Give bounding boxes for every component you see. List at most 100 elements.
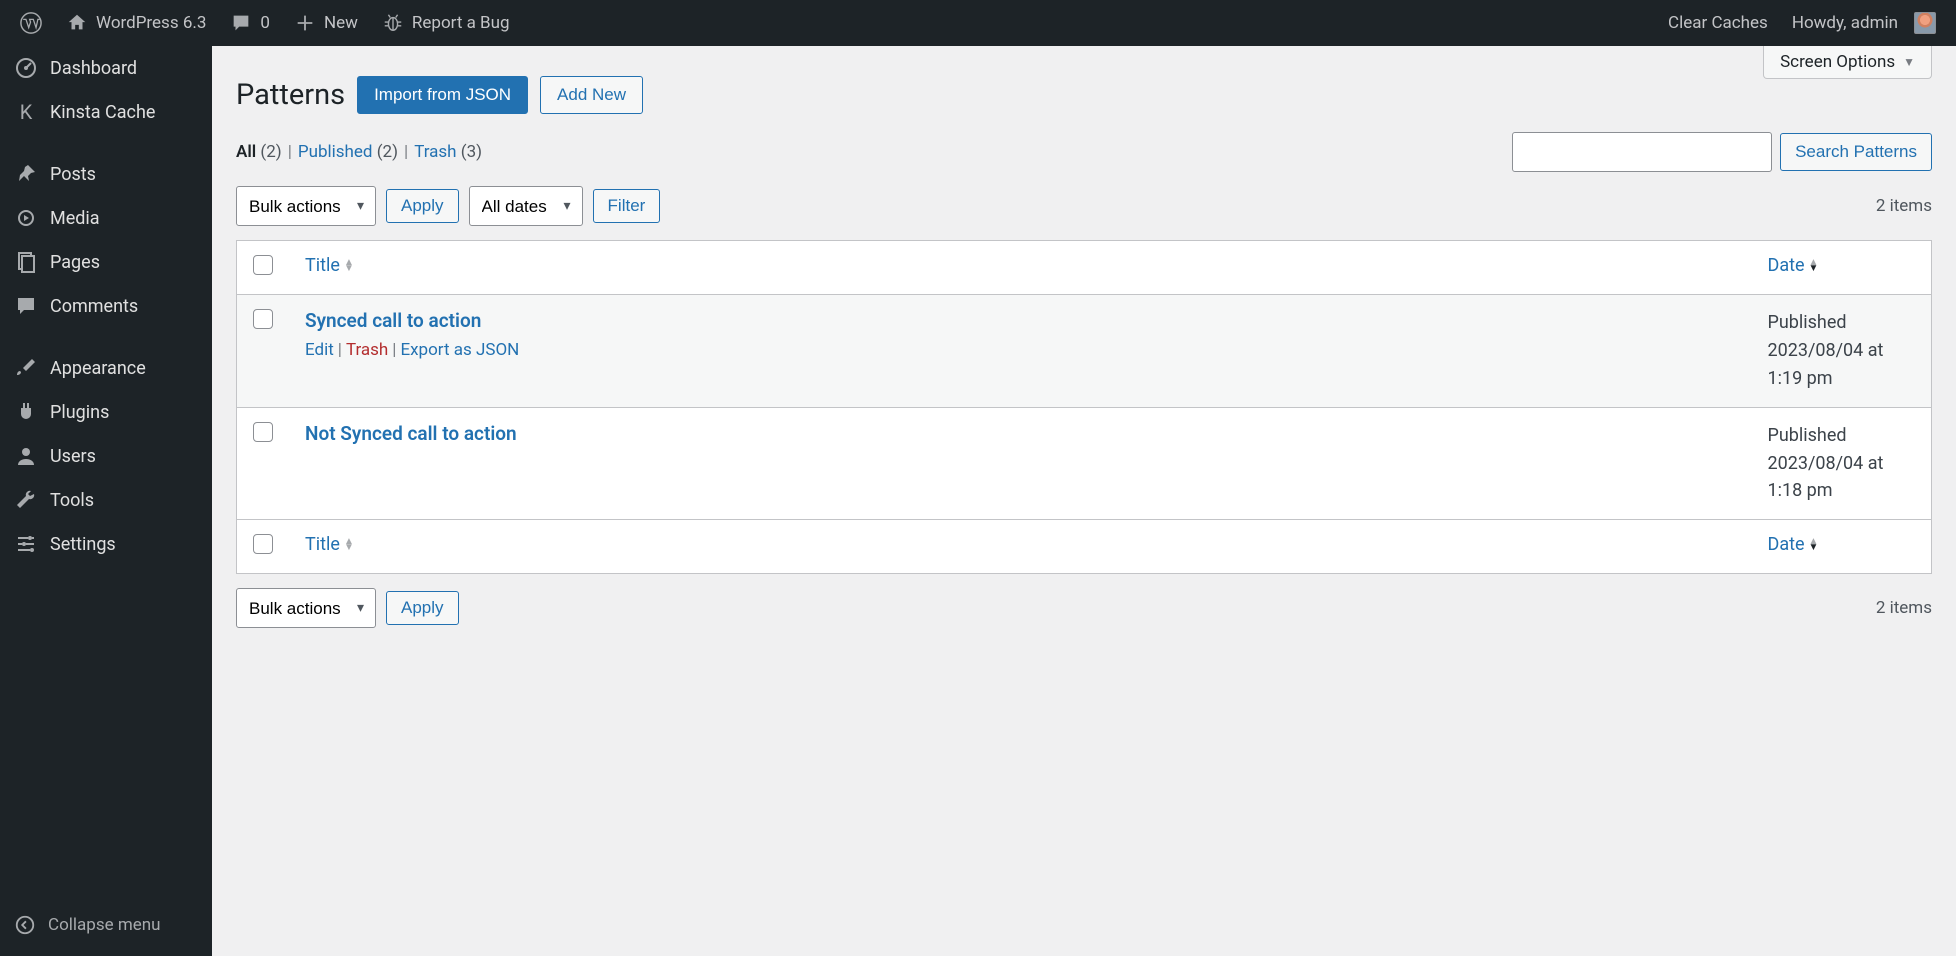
bug-label: Report a Bug	[412, 13, 510, 33]
select-all-bottom[interactable]	[253, 534, 273, 554]
comments-bubble[interactable]: 0	[218, 0, 282, 46]
bug-icon	[382, 12, 404, 34]
adminbar-right: Clear Caches Howdy, admin	[1656, 0, 1948, 46]
admin-sidebar: Dashboard K Kinsta Cache Posts Media Pag…	[0, 46, 212, 956]
clear-caches[interactable]: Clear Caches	[1656, 0, 1780, 46]
trash-link[interactable]: Trash	[346, 340, 388, 360]
wp-logo[interactable]	[8, 0, 54, 46]
collapse-menu[interactable]: Collapse menu	[0, 904, 212, 946]
items-count-bottom: 2 items	[1876, 598, 1932, 618]
report-bug[interactable]: Report a Bug	[370, 0, 522, 46]
filter-published[interactable]: Published	[298, 142, 373, 162]
sidebar-item-kinsta[interactable]: K Kinsta Cache	[0, 90, 212, 134]
edit-link[interactable]: Edit	[305, 340, 334, 360]
site-title: WordPress 6.3	[96, 13, 206, 33]
wrench-icon	[14, 488, 38, 512]
bulk-actions-select[interactable]: Bulk actions	[236, 186, 376, 226]
comments-count: 0	[260, 13, 270, 33]
apply-bulk-button[interactable]: Apply	[386, 189, 459, 223]
sidebar-item-media[interactable]: Media	[0, 196, 212, 240]
sidebar-item-appearance[interactable]: Appearance	[0, 346, 212, 390]
sidebar-item-label: Kinsta Cache	[50, 102, 155, 123]
table-row: Not Synced call to action Published2023/…	[237, 407, 1932, 520]
new-content[interactable]: New	[282, 0, 370, 46]
row-actions: Edit|Trash|Export as JSON	[305, 340, 1736, 360]
media-icon	[14, 206, 38, 230]
sort-indicator-icon: ▲▼	[1809, 539, 1819, 551]
plus-icon	[294, 12, 316, 34]
sidebar-item-tools[interactable]: Tools	[0, 478, 212, 522]
col-date[interactable]: Date▲▼	[1768, 255, 1819, 276]
main-content: Screen Options ▼ Patterns Import from JS…	[212, 46, 1956, 682]
wordpress-icon	[20, 12, 42, 34]
adminbar-left: WordPress 6.3 0 New Report a Bug	[8, 0, 1656, 46]
search-button[interactable]: Search Patterns	[1780, 133, 1932, 171]
sort-indicator-icon: ▲▼	[344, 260, 354, 272]
sidebar-item-comments[interactable]: Comments	[0, 284, 212, 328]
sidebar-item-label: Users	[50, 446, 96, 467]
sidebar-item-label: Settings	[50, 534, 116, 555]
search-area: Search Patterns	[1512, 132, 1932, 172]
date-cell: Published2023/08/04 at 1:19 pm	[1752, 295, 1932, 408]
sidebar-item-pages[interactable]: Pages	[0, 240, 212, 284]
sidebar-item-label: Tools	[50, 490, 94, 511]
collapse-icon	[14, 914, 36, 936]
home-icon	[66, 12, 88, 34]
apply-bulk-button-bottom[interactable]: Apply	[386, 591, 459, 625]
new-label: New	[324, 13, 358, 33]
date-filter-select[interactable]: All dates	[469, 186, 583, 226]
page-header: Patterns Import from JSON Add New	[236, 46, 1932, 132]
sidebar-item-users[interactable]: Users	[0, 434, 212, 478]
import-json-button[interactable]: Import from JSON	[357, 76, 528, 114]
sidebar-item-label: Dashboard	[50, 58, 137, 79]
pin-icon	[14, 162, 38, 186]
comments-icon	[14, 294, 38, 318]
add-new-button[interactable]: Add New	[540, 76, 643, 114]
tablenav-top: Bulk actions Apply All dates Filter 2 it…	[236, 186, 1932, 226]
tablenav-bottom: Bulk actions Apply 2 items	[236, 588, 1932, 628]
col-date-foot[interactable]: Date▲▼	[1768, 534, 1819, 555]
collapse-label: Collapse menu	[48, 915, 161, 935]
site-home[interactable]: WordPress 6.3	[54, 0, 218, 46]
select-all-top[interactable]	[253, 255, 273, 275]
sidebar-item-plugins[interactable]: Plugins	[0, 390, 212, 434]
date-cell: Published2023/08/04 at 1:18 pm	[1752, 407, 1932, 520]
sort-indicator-icon: ▲▼	[1809, 260, 1819, 272]
sidebar-item-settings[interactable]: Settings	[0, 522, 212, 566]
col-title-foot[interactable]: Title▲▼	[305, 534, 354, 555]
screen-options-toggle[interactable]: Screen Options ▼	[1763, 46, 1932, 79]
patterns-table: Title▲▼ Date▲▼ Synced call to action Edi…	[236, 240, 1932, 574]
export-json-link[interactable]: Export as JSON	[400, 340, 519, 360]
row-title[interactable]: Synced call to action	[305, 309, 481, 332]
sidebar-item-label: Comments	[50, 296, 138, 317]
user-icon	[14, 444, 38, 468]
caret-down-icon: ▼	[1903, 55, 1915, 69]
sidebar-item-posts[interactable]: Posts	[0, 152, 212, 196]
filter-button[interactable]: Filter	[593, 189, 661, 223]
status-filters: All (2) | Published (2) | Trash (3) Sear…	[236, 132, 1932, 172]
bulk-actions-select-bottom[interactable]: Bulk actions	[236, 588, 376, 628]
items-count-top: 2 items	[1876, 196, 1932, 216]
adminbar: WordPress 6.3 0 New Report a Bug Clear C…	[0, 0, 1956, 46]
plugin-icon	[14, 400, 38, 424]
brush-icon	[14, 356, 38, 380]
sidebar-item-label: Media	[50, 208, 100, 229]
kinsta-icon: K	[14, 100, 38, 124]
filter-all[interactable]: All	[236, 142, 256, 162]
my-account[interactable]: Howdy, admin	[1780, 0, 1948, 46]
col-title[interactable]: Title▲▼	[305, 255, 354, 276]
row-checkbox[interactable]	[253, 309, 273, 329]
comment-icon	[230, 12, 252, 34]
filter-trash[interactable]: Trash	[414, 142, 456, 162]
howdy-text: Howdy, admin	[1792, 13, 1898, 33]
page-title: Patterns	[236, 78, 345, 112]
row-title[interactable]: Not Synced call to action	[305, 422, 517, 445]
sidebar-item-dashboard[interactable]: Dashboard	[0, 46, 212, 90]
table-row: Synced call to action Edit|Trash|Export …	[237, 295, 1932, 408]
search-input[interactable]	[1512, 132, 1772, 172]
avatar	[1914, 12, 1936, 34]
sidebar-item-label: Posts	[50, 164, 96, 185]
sidebar-item-label: Plugins	[50, 402, 109, 423]
row-checkbox[interactable]	[253, 422, 273, 442]
sidebar-item-label: Appearance	[50, 358, 146, 379]
